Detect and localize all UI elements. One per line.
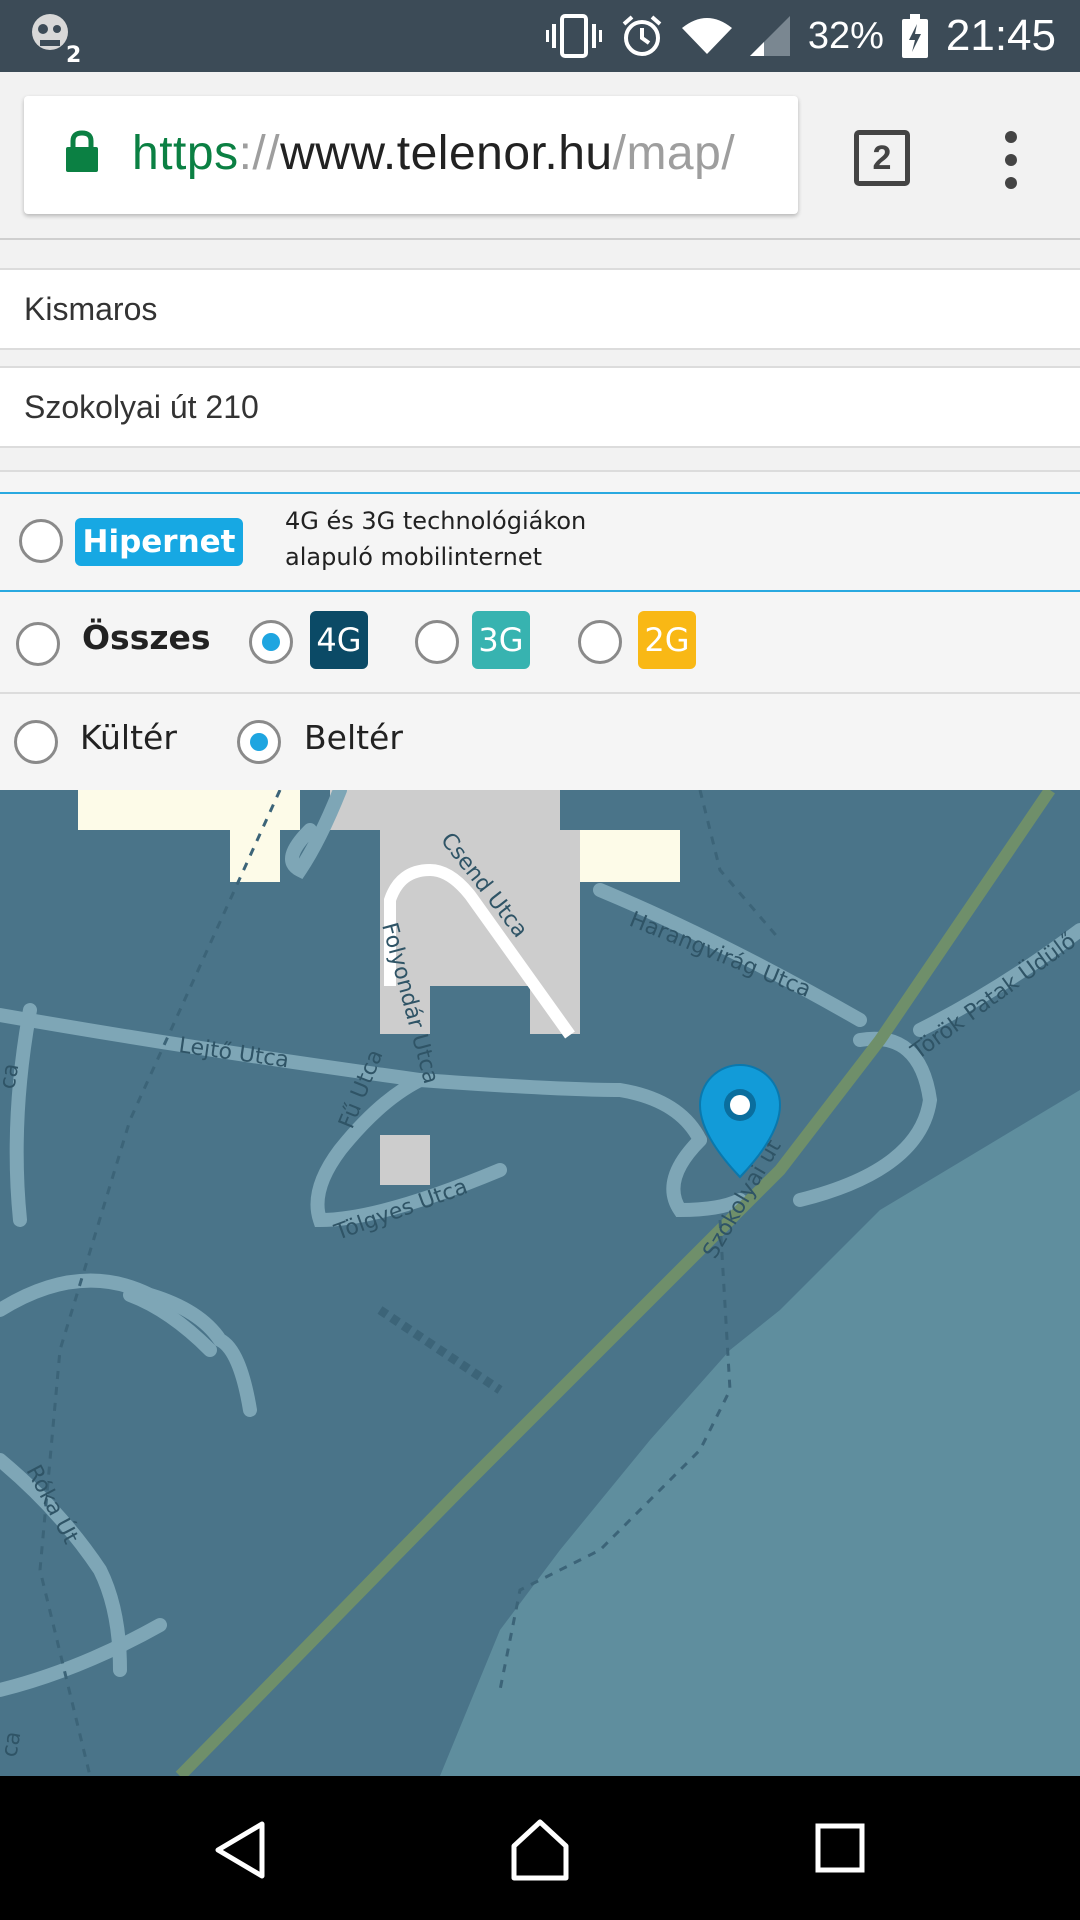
indoor-label: Beltér: [304, 718, 403, 757]
browser-toolbar: https://www.telenor.hu/map/ 2: [0, 72, 1080, 240]
overflow-menu-icon[interactable]: [996, 128, 1026, 192]
all-label: Összes: [82, 618, 211, 657]
url-host: www.telenor.hu: [280, 127, 613, 180]
vibrate-icon: [545, 14, 602, 58]
4g-radio[interactable]: [249, 620, 293, 664]
url-bar[interactable]: https://www.telenor.hu/map/: [24, 96, 798, 214]
hipernet-radio[interactable]: [19, 519, 63, 563]
indoor-radio[interactable]: [237, 720, 281, 764]
address-input[interactable]: Szokolyai út 210: [0, 366, 1080, 448]
battery-percent: 32%: [807, 14, 884, 57]
hipernet-description: 4G és 3G technológiákon alapuló mobilint…: [285, 503, 586, 575]
screen: 2 32% 21:45 https://www.telenor.hu/map/ …: [0, 0, 1080, 1920]
2g-badge: 2G: [638, 611, 696, 669]
home-icon[interactable]: [508, 1818, 572, 1882]
url-path: /map/: [612, 127, 736, 180]
lock-icon: [66, 130, 98, 172]
svg-text:2: 2: [66, 43, 81, 64]
zombie-app-icon: 2: [32, 14, 81, 64]
3g-radio[interactable]: [415, 620, 459, 664]
outdoor-radio[interactable]: [14, 720, 58, 764]
hipernet-badge: Hipernet: [75, 518, 243, 566]
status-bar: 2 32% 21:45: [0, 0, 1080, 72]
url-text: https://www.telenor.hu/map/: [132, 126, 735, 181]
url-separator: ://: [238, 127, 281, 180]
hipernet-desc-line2: alapuló mobilinternet: [285, 543, 543, 571]
url-scheme: https: [132, 127, 239, 180]
recents-icon[interactable]: [814, 1822, 866, 1874]
back-icon[interactable]: [210, 1820, 270, 1880]
signal-icon: [749, 16, 790, 56]
battery-charging-icon: [901, 14, 928, 58]
coverage-map[interactable]: Csend Utca Folyondár Utca Harangvirág Ut…: [0, 790, 1080, 1776]
building-block: [580, 830, 680, 882]
3g-badge: 3G: [472, 611, 530, 669]
2g-radio[interactable]: [578, 620, 622, 664]
outdoor-label: Kültér: [80, 718, 177, 757]
status-icons: 32% 21:45: [545, 0, 1056, 72]
building-block: [380, 1135, 430, 1185]
all-radio[interactable]: [16, 622, 60, 666]
4g-badge: 4G: [310, 611, 368, 669]
map-canvas[interactable]: Csend Utca Folyondár Utca Harangvirág Ut…: [0, 790, 1080, 1776]
city-input[interactable]: Kismaros: [0, 268, 1080, 350]
alarm-icon: [622, 15, 662, 56]
hipernet-desc-line1: 4G és 3G technológiákon: [285, 507, 587, 535]
wifi-icon: [681, 18, 732, 54]
street-label: ca: [0, 1730, 26, 1760]
system-nav-bar: [0, 1776, 1080, 1920]
tab-switcher-button[interactable]: 2: [854, 130, 910, 186]
clock-time: 21:45: [945, 11, 1056, 60]
